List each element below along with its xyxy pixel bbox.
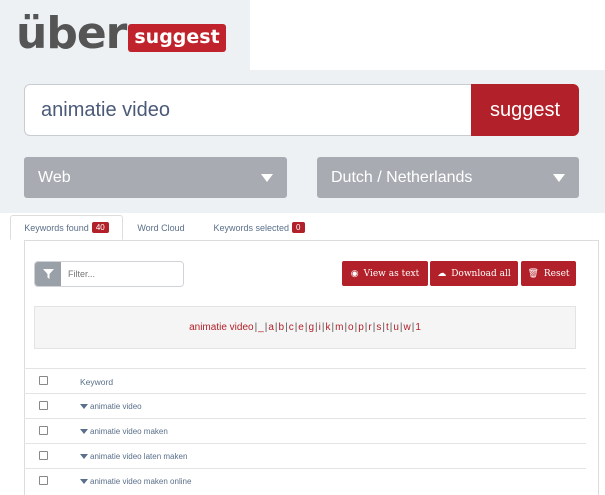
keyword-column-header: Keyword bbox=[80, 376, 114, 387]
caret-down-icon bbox=[80, 454, 88, 459]
locale-select[interactable]: Dutch / Netherlands bbox=[317, 157, 579, 198]
search-input[interactable] bbox=[24, 84, 471, 136]
keyword-cell[interactable]: animatie video laten maken bbox=[80, 444, 187, 469]
alphabet-letter[interactable]: o bbox=[348, 322, 354, 333]
keyword-cell[interactable]: animatie video maken bbox=[80, 419, 168, 444]
alphabet-letter[interactable]: e bbox=[298, 322, 304, 333]
alphabet-letter[interactable]: _ bbox=[258, 322, 264, 333]
alphabet-letter[interactable]: p bbox=[358, 322, 364, 333]
ubersuggest-logo[interactable]: über suggest bbox=[16, 12, 226, 56]
cloud-download-icon: ☁ bbox=[437, 268, 447, 279]
row-checkbox[interactable] bbox=[39, 401, 48, 410]
keywords-selected-count-badge: 0 bbox=[292, 222, 305, 233]
download-all-button[interactable]: ☁ Download all bbox=[430, 261, 518, 286]
view-as-text-button[interactable]: ◉ View as text bbox=[342, 261, 428, 286]
alphabet-letter[interactable]: w bbox=[404, 322, 411, 333]
keywords-table: Keyword animatie video animatie video ma… bbox=[24, 368, 586, 493]
alphabet-filter: animatie video | _ | a | b | c | e | g | i | k |… bbox=[34, 306, 576, 349]
tab-keywords-selected-label: Keywords selected bbox=[213, 222, 290, 233]
tab-keywords-found-label: Keywords found bbox=[24, 222, 89, 233]
eye-icon: ◉ bbox=[350, 268, 359, 279]
alphabet-main-link[interactable]: animatie video bbox=[189, 322, 253, 333]
alphabet-letter[interactable]: m bbox=[335, 322, 343, 333]
filter-icon bbox=[35, 262, 61, 286]
alphabet-letter[interactable]: t bbox=[386, 322, 389, 333]
row-checkbox[interactable] bbox=[39, 476, 48, 485]
keywords-found-count-badge: 40 bbox=[91, 222, 109, 233]
caret-down-icon bbox=[553, 173, 565, 182]
alphabet-separator: | bbox=[294, 322, 298, 333]
alphabet-letter[interactable]: a bbox=[268, 322, 274, 333]
tab-word-cloud-label: Word Cloud bbox=[137, 222, 185, 233]
tab-word-cloud[interactable]: Word Cloud bbox=[128, 215, 194, 240]
locale-select-value: Dutch / Netherlands bbox=[331, 168, 473, 186]
alphabet-separator: | bbox=[304, 322, 308, 333]
alphabet-separator: | bbox=[354, 322, 358, 333]
alphabet-separator: | bbox=[364, 322, 368, 333]
alphabet-separator: | bbox=[331, 322, 335, 333]
alphabet-separator: | bbox=[382, 322, 385, 333]
caret-down-icon bbox=[261, 173, 273, 182]
alphabet-separator: | bbox=[344, 322, 348, 333]
results-tabs: Keywords found 40 Word Cloud Keywords se… bbox=[10, 215, 605, 240]
keyword-cell[interactable]: animatie video maken online bbox=[80, 469, 191, 494]
view-as-text-label: View as text bbox=[363, 268, 420, 279]
alphabet-letter[interactable]: u bbox=[393, 322, 399, 333]
source-select-value: Web bbox=[38, 168, 71, 186]
alphabet-separator: | bbox=[274, 322, 278, 333]
alphabet-separator: | bbox=[321, 322, 325, 333]
download-all-label: Download all bbox=[451, 268, 511, 279]
logo-text-suggest: suggest bbox=[128, 24, 226, 52]
caret-down-icon bbox=[80, 404, 88, 409]
alphabet-separator: | bbox=[285, 322, 288, 333]
select-all-checkbox[interactable] bbox=[39, 376, 48, 385]
table-row: animatie video maken online bbox=[24, 468, 586, 493]
keyword-text: animatie video laten maken bbox=[90, 452, 188, 461]
alphabet-separator: | bbox=[389, 322, 393, 333]
filter-input[interactable] bbox=[62, 262, 183, 286]
table-row: animatie video maken bbox=[24, 418, 586, 443]
alphabet-letter[interactable]: s bbox=[376, 322, 381, 333]
alphabet-separator: | bbox=[315, 322, 318, 333]
table-header-row: Keyword bbox=[24, 368, 586, 393]
trash-icon: 🗑 bbox=[527, 268, 539, 279]
suggest-button[interactable]: suggest bbox=[471, 84, 579, 136]
keyword-text: animatie video bbox=[90, 402, 142, 411]
keyword-text: animatie video maken online bbox=[90, 477, 192, 486]
alphabet-letter[interactable]: k bbox=[325, 322, 330, 333]
source-select[interactable]: Web bbox=[24, 157, 287, 198]
keyword-cell[interactable]: animatie video bbox=[80, 394, 142, 419]
alphabet-letter[interactable]: c bbox=[289, 322, 294, 333]
tab-keywords-selected[interactable]: Keywords selected 0 bbox=[204, 215, 314, 240]
alphabet-separator: | bbox=[411, 322, 415, 333]
alphabet-letter[interactable]: i bbox=[319, 322, 321, 333]
alphabet-separator: | bbox=[264, 322, 268, 333]
search-bar: suggest bbox=[24, 84, 579, 136]
reset-label: Reset bbox=[543, 268, 570, 279]
table-row: animatie video bbox=[24, 393, 586, 418]
alphabet-separator: | bbox=[254, 322, 258, 333]
caret-down-icon bbox=[80, 479, 88, 484]
alphabet-separator: | bbox=[372, 322, 376, 333]
row-checkbox[interactable] bbox=[39, 451, 48, 460]
tab-keywords-found[interactable]: Keywords found 40 bbox=[10, 215, 123, 240]
alphabet-letter[interactable]: b bbox=[279, 322, 285, 333]
alphabet-letter[interactable]: r bbox=[368, 322, 371, 333]
alphabet-letter[interactable]: 1 bbox=[415, 322, 421, 333]
keyword-text: animatie video maken bbox=[90, 427, 168, 436]
caret-down-icon bbox=[80, 429, 88, 434]
table-row: animatie video laten maken bbox=[24, 443, 586, 468]
alphabet-letter[interactable]: g bbox=[308, 322, 314, 333]
filter-field bbox=[34, 261, 184, 287]
row-checkbox[interactable] bbox=[39, 426, 48, 435]
logo-text-uber: über bbox=[16, 8, 127, 59]
alphabet-separator: | bbox=[399, 322, 403, 333]
reset-button[interactable]: 🗑 Reset bbox=[521, 261, 576, 286]
